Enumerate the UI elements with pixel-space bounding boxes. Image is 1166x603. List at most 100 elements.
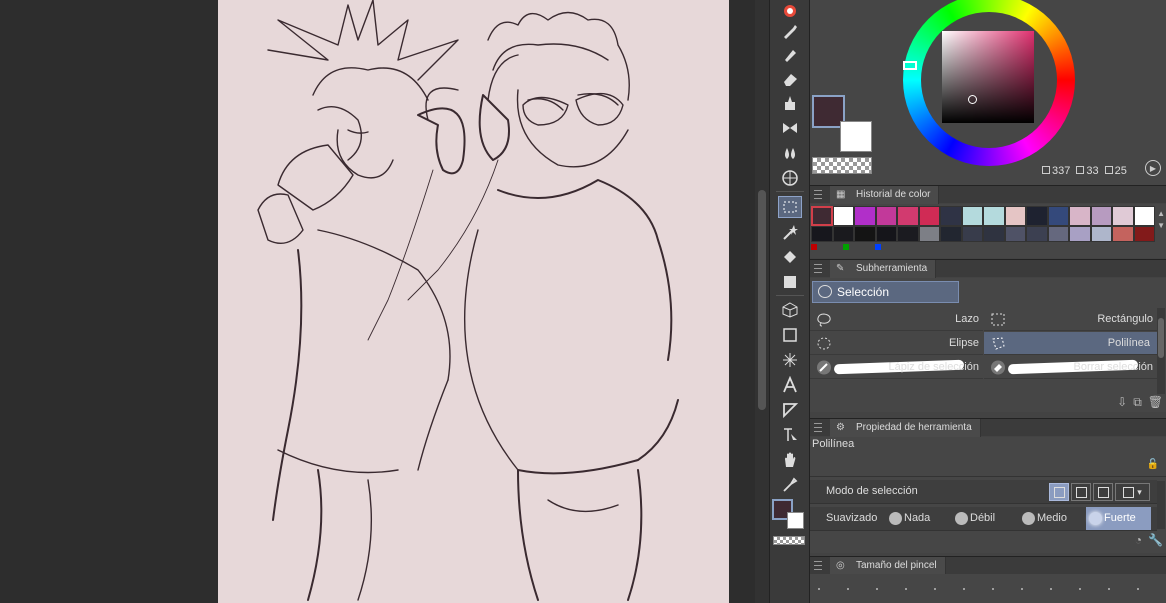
fill-bucket-icon[interactable] — [778, 246, 802, 268]
selection-mode-dropdown[interactable]: ▾ — [1115, 483, 1150, 501]
color-history-swatch[interactable] — [875, 226, 897, 242]
color-history-swatch[interactable] — [1047, 206, 1069, 226]
selection-pen-icon — [817, 360, 831, 375]
decoration-icon[interactable] — [778, 117, 802, 139]
shape-icon[interactable] — [778, 324, 802, 346]
add-selection-button[interactable] — [1071, 483, 1091, 501]
color-history-swatch[interactable] — [1026, 226, 1048, 242]
color-history-swatch[interactable] — [940, 206, 962, 226]
brush-icon[interactable] — [778, 44, 802, 66]
tab-color-history[interactable]: ▦ Historial de color — [830, 186, 940, 204]
color-history-swatch[interactable] — [897, 226, 919, 242]
subtool-erase-selection[interactable]: Borrar selección — [984, 356, 1157, 379]
grid-icon[interactable] — [778, 167, 802, 189]
color-history-swatch[interactable] — [875, 206, 897, 226]
sub-color-swatch[interactable] — [840, 121, 872, 152]
smoothing-option-strong[interactable]: Fuerte — [1086, 507, 1151, 530]
color-history-swatch[interactable] — [961, 226, 983, 242]
subtool-ellipse[interactable]: Elipse — [810, 332, 983, 355]
color-history-swatch[interactable] — [1112, 206, 1134, 226]
color-history-swatch[interactable] — [1090, 206, 1112, 226]
color-history-swatch[interactable] — [1026, 206, 1048, 226]
subtract-selection-button[interactable] — [1093, 483, 1113, 501]
sv-cursor[interactable] — [968, 95, 977, 104]
mascot-icon[interactable] — [778, 0, 802, 22]
color-history-swatch[interactable] — [832, 226, 854, 242]
tool-property-scrollbar[interactable] — [1157, 481, 1165, 529]
lock-icon[interactable]: 🔓 — [1147, 459, 1159, 470]
play-icon[interactable]: ▶ — [1145, 160, 1161, 176]
color-history-swatch[interactable] — [1004, 206, 1026, 226]
transparent-color-swatch[interactable] — [812, 157, 872, 174]
color-history-swatch[interactable] — [1133, 226, 1155, 242]
saturation-value-square[interactable] — [942, 31, 1034, 123]
subtool-duplicate-icon[interactable]: ⧉ — [1133, 395, 1142, 410]
smoothing-option-medium[interactable]: Medio — [1019, 507, 1085, 530]
wand-icon[interactable] — [778, 221, 802, 243]
color-history-swatch[interactable] — [832, 206, 854, 226]
color-history-swatch[interactable] — [983, 226, 1005, 242]
toolbar-transparent-color[interactable] — [773, 536, 805, 545]
color-history-swatch[interactable] — [918, 226, 940, 242]
tab-brush-size[interactable]: ◎ Tamaño del pincel — [830, 557, 946, 575]
color-history-swatch[interactable] — [1133, 206, 1155, 226]
color-history-swatch[interactable] — [811, 206, 833, 226]
subtool-scrollbar[interactable] — [1157, 308, 1165, 394]
text-icon[interactable] — [778, 374, 802, 396]
ink-fill-icon[interactable] — [778, 92, 802, 114]
subtool-lasso[interactable]: Lazo — [810, 308, 983, 331]
subtool-header: ✎ Subherramienta — [810, 259, 1166, 278]
panel-menu-icon[interactable] — [814, 190, 822, 199]
history-scroll-arrows[interactable]: ▲ ▼ — [1157, 208, 1165, 232]
color-history-swatch[interactable] — [811, 226, 833, 242]
canvas-area[interactable] — [0, 0, 755, 603]
tab-tool-property[interactable]: ⚙ Propiedad de herramienta — [830, 419, 981, 437]
blend-icon[interactable] — [778, 142, 802, 164]
brush-size-presets[interactable] — [818, 588, 1139, 590]
hue-cursor[interactable] — [903, 61, 917, 70]
toolbar-sub-color[interactable] — [787, 512, 804, 529]
color-history-swatch[interactable] — [1069, 226, 1091, 242]
color-history-swatch[interactable] — [1112, 226, 1134, 242]
color-history-swatch[interactable] — [1004, 226, 1026, 242]
subtool-selection-pen[interactable]: Lápiz de selección — [810, 356, 983, 379]
wrench-icon[interactable]: 🔧 — [1148, 533, 1163, 547]
subtool-group-tab[interactable]: Selección — [812, 281, 959, 303]
ruler-icon[interactable] — [778, 399, 802, 421]
hand-icon[interactable] — [778, 449, 802, 471]
brush-size-icon: ◎ — [836, 560, 845, 571]
gradient-icon[interactable] — [778, 271, 802, 293]
panel-menu-icon[interactable] — [814, 561, 822, 570]
artwork-canvas[interactable] — [218, 0, 729, 603]
color-history-swatch[interactable] — [1090, 226, 1112, 242]
panel-menu-icon[interactable] — [814, 423, 822, 432]
color-history-swatch[interactable] — [918, 206, 940, 226]
smoothing-option-weak[interactable]: Débil — [952, 507, 1018, 530]
color-history-swatch[interactable] — [854, 206, 876, 226]
color-history-swatch[interactable] — [1047, 226, 1069, 242]
3d-icon[interactable] — [778, 299, 802, 321]
tab-subtool[interactable]: ✎ Subherramienta — [830, 260, 937, 278]
panel-menu-icon[interactable] — [814, 264, 822, 273]
color-history-swatch[interactable] — [1069, 206, 1091, 226]
color-history-swatch[interactable] — [961, 206, 983, 226]
subtool-delete-icon[interactable]: 🗑 — [1148, 395, 1163, 410]
new-selection-button[interactable] — [1049, 483, 1069, 501]
frame-icon[interactable] — [778, 349, 802, 371]
color-history-swatch[interactable] — [983, 206, 1005, 226]
color-history-swatch[interactable] — [940, 226, 962, 242]
scrollbar-thumb[interactable] — [758, 190, 766, 410]
subtool-rectangle[interactable]: Rectángulo — [984, 308, 1157, 331]
reset-icon[interactable]: ◔ — [1135, 533, 1142, 547]
subtool-polyline[interactable]: Polilínea — [984, 332, 1157, 355]
smoothing-option-none[interactable]: Nada — [886, 507, 952, 530]
operation-icon[interactable] — [778, 424, 802, 446]
eyedropper-icon[interactable] — [778, 474, 802, 496]
selection-icon[interactable] — [778, 196, 802, 218]
canvas-vertical-scrollbar[interactable] — [755, 0, 769, 603]
subtool-export-icon[interactable]: ⇩ — [1117, 395, 1127, 410]
color-history-swatch[interactable] — [854, 226, 876, 242]
eraser-icon[interactable] — [778, 68, 802, 90]
pen-icon[interactable] — [778, 20, 802, 42]
color-history-swatch[interactable] — [897, 206, 919, 226]
